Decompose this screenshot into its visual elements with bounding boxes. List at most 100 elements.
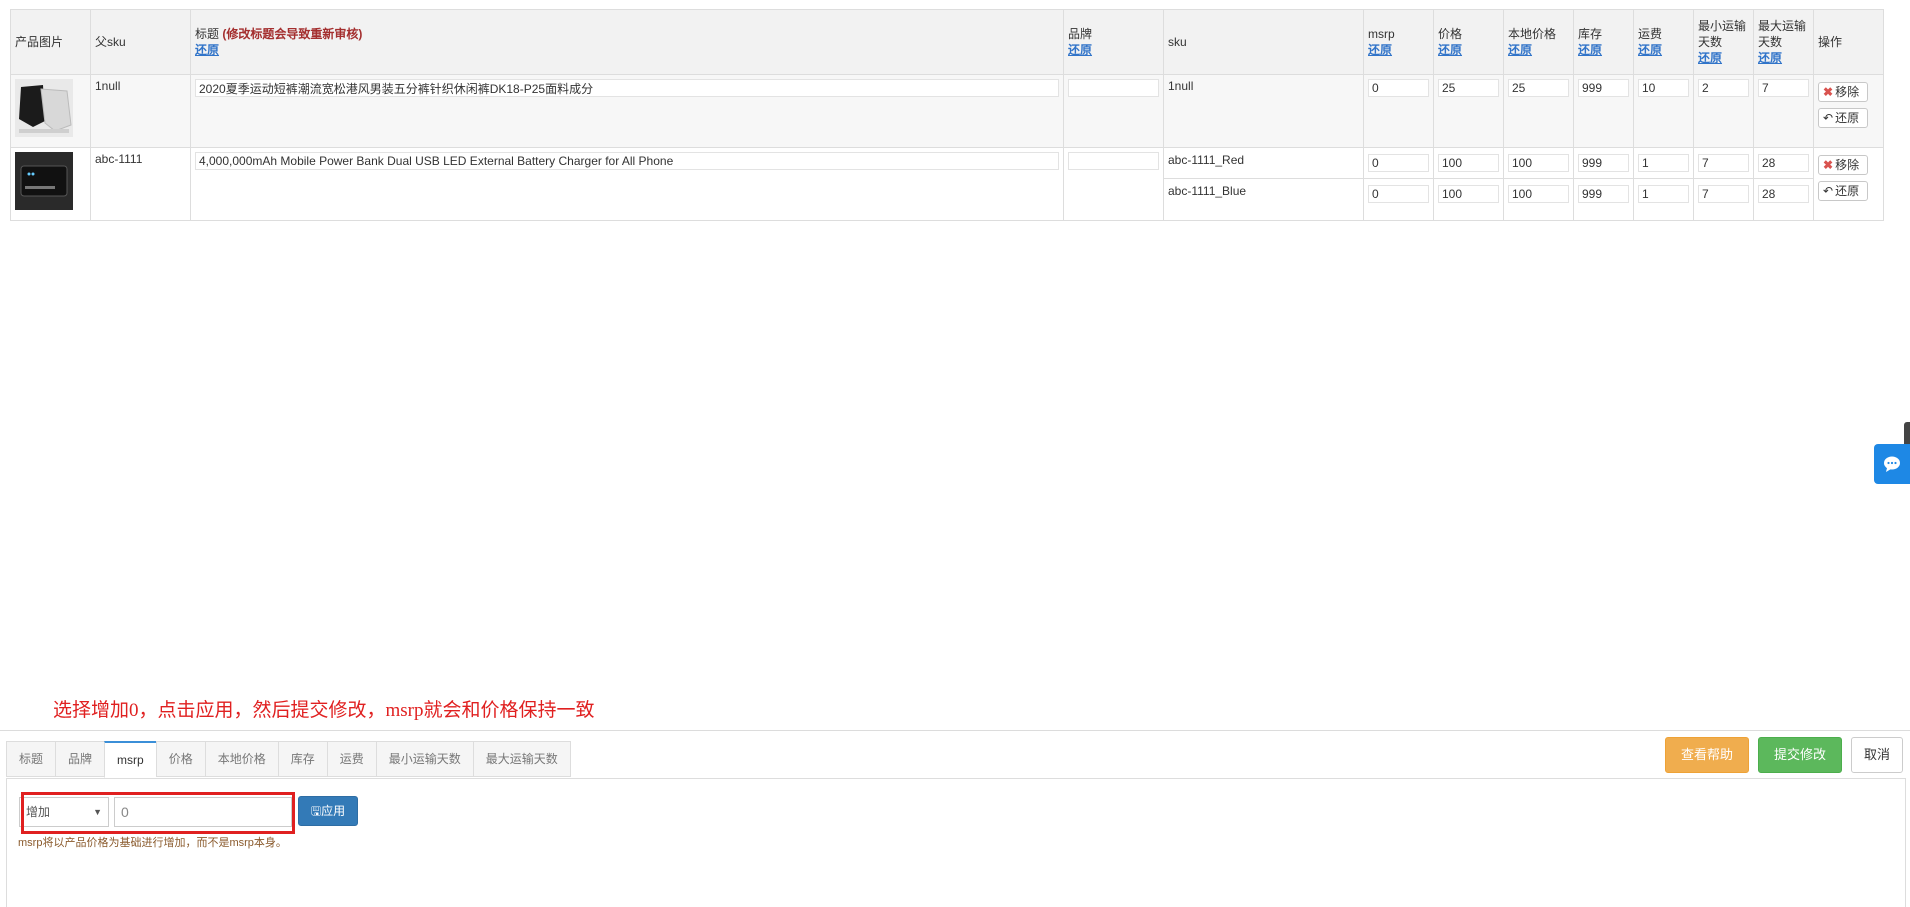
max-days-restore-link[interactable]: 还原 (1758, 50, 1809, 66)
price-input[interactable] (1438, 154, 1499, 172)
max-days-input[interactable] (1758, 185, 1809, 203)
undo-icon: ↶ (1823, 184, 1834, 198)
save-icon: 🖫 (310, 804, 322, 818)
bulk-edit-tabs: 标题 品牌 msrp 价格 本地价格 库存 运费 最小运输天数 最大运输天数 (6, 741, 571, 778)
col-msrp: msrp 还原 (1363, 9, 1434, 75)
parent-sku-cell: abc-1111 (90, 147, 191, 221)
shipping-input[interactable] (1638, 154, 1689, 172)
local-price-input[interactable] (1508, 185, 1569, 203)
instruction-annotation: 选择增加0，点击应用，然后提交修改，msrp就会和价格保持一致 (53, 700, 595, 721)
price-input[interactable] (1438, 79, 1499, 97)
restore-button[interactable]: ↶ 还原 (1818, 181, 1868, 201)
msrp-cell (1363, 74, 1434, 148)
shorts-product-image (15, 79, 73, 137)
tab-title[interactable]: 标题 (6, 741, 56, 777)
remove-button[interactable]: ✖ 移除 (1818, 155, 1868, 175)
title-cell (190, 74, 1064, 148)
col-title: 标题 (修改标题会导致重新审核) 还原 (190, 9, 1064, 75)
shipping-input[interactable] (1638, 79, 1689, 97)
bulk-edit-panel: 标题 品牌 msrp 价格 本地价格 库存 运费 最小运输天数 最大运输天数 查… (0, 730, 1910, 907)
title-warning: (修改标题会导致重新审核) (222, 27, 363, 41)
msrp-input[interactable] (1368, 79, 1429, 97)
brand-input[interactable] (1068, 79, 1159, 97)
stock-cell (1573, 147, 1634, 221)
actions-cell: ✖ 移除 ↶ 还原 (1813, 147, 1884, 221)
tab-shipping[interactable]: 运费 (326, 741, 376, 777)
brand-cell (1063, 74, 1164, 148)
min-days-input[interactable] (1698, 154, 1749, 172)
price-input[interactable] (1438, 185, 1499, 203)
price-cell (1433, 147, 1504, 221)
msrp-input[interactable] (1368, 185, 1429, 203)
remove-button[interactable]: ✖ 移除 (1818, 82, 1868, 102)
max-days-input[interactable] (1758, 79, 1809, 97)
col-sku: sku (1163, 9, 1364, 75)
title-cell (190, 147, 1064, 221)
brand-cell (1063, 147, 1164, 221)
col-shipping: 运费 还原 (1633, 9, 1694, 75)
msrp-restore-link[interactable]: 还原 (1368, 42, 1429, 58)
price-restore-link[interactable]: 还原 (1438, 42, 1499, 58)
min-days-input[interactable] (1698, 79, 1749, 97)
help-button[interactable]: 查看帮助 (1665, 737, 1749, 773)
tab-msrp[interactable]: msrp (104, 741, 156, 778)
apply-button[interactable]: 🖫应用 (298, 796, 358, 826)
min-days-cell (1693, 147, 1754, 221)
price-cell (1433, 74, 1504, 148)
shipping-restore-link[interactable]: 还原 (1638, 42, 1689, 58)
chat-button[interactable] (1874, 444, 1910, 484)
tab-local-price[interactable]: 本地价格 (204, 741, 278, 777)
min-days-input[interactable] (1698, 185, 1749, 203)
brand-input[interactable] (1068, 152, 1159, 170)
title-input[interactable] (195, 79, 1059, 97)
tab-price[interactable]: 价格 (155, 741, 205, 777)
stock-cell (1573, 74, 1634, 148)
min-days-restore-link[interactable]: 还原 (1698, 50, 1749, 66)
col-local-price: 本地价格 还原 (1503, 9, 1574, 75)
local-price-cell (1503, 147, 1574, 221)
product-image-cell (10, 147, 91, 221)
sku-variant-red: abc-1111_Red (1164, 148, 1363, 179)
tab-max-days[interactable]: 最大运输天数 (472, 741, 571, 777)
local-price-cell (1503, 74, 1574, 148)
stock-input[interactable] (1578, 79, 1629, 97)
stock-input[interactable] (1578, 154, 1629, 172)
cancel-button[interactable]: 取消 (1851, 737, 1903, 773)
max-days-input[interactable] (1758, 154, 1809, 172)
stock-input[interactable] (1578, 185, 1629, 203)
sku-cell: abc-1111_Red abc-1111_Blue (1163, 147, 1364, 221)
local-price-restore-link[interactable]: 还原 (1508, 42, 1569, 58)
tab-brand[interactable]: 品牌 (55, 741, 105, 777)
highlight-box (21, 792, 295, 834)
undo-icon: ↶ (1823, 111, 1834, 125)
col-brand: 品牌 还原 (1063, 9, 1164, 75)
stock-restore-link[interactable]: 还原 (1578, 42, 1629, 58)
product-image-cell (10, 74, 91, 148)
msrp-cell (1363, 147, 1434, 221)
table-header-row: 产品图片 父sku 标题 (修改标题会导致重新审核) 还原 品牌 还原 sku … (10, 9, 1884, 75)
title-input[interactable] (195, 152, 1059, 170)
sku-variant-blue: abc-1111_Blue (1168, 184, 1247, 198)
local-price-input[interactable] (1508, 79, 1569, 97)
brand-restore-link[interactable]: 还原 (1068, 42, 1159, 58)
restore-button[interactable]: ↶ 还原 (1818, 108, 1868, 128)
shipping-cell (1633, 147, 1694, 221)
title-restore-link[interactable]: 还原 (195, 42, 1059, 58)
min-days-cell (1693, 74, 1754, 148)
col-stock: 库存 还原 (1573, 9, 1634, 75)
msrp-input[interactable] (1368, 154, 1429, 172)
max-days-cell (1753, 74, 1814, 148)
close-icon: ✖ (1823, 158, 1834, 172)
table-row: abc-1111 abc-1111_Red abc-1111_Blue (10, 147, 1884, 221)
shipping-input[interactable] (1638, 185, 1689, 203)
col-max-days: 最大运输天数 还原 (1753, 9, 1814, 75)
close-icon: ✖ (1823, 85, 1834, 99)
chat-bubble-icon (1884, 456, 1900, 472)
local-price-input[interactable] (1508, 154, 1569, 172)
actions-cell: ✖ 移除 ↶ 还原 (1813, 74, 1884, 148)
col-image: 产品图片 (10, 9, 91, 75)
tab-min-days[interactable]: 最小运输天数 (375, 741, 473, 777)
tab-stock[interactable]: 库存 (277, 741, 327, 777)
submit-button[interactable]: 提交修改 (1758, 737, 1842, 773)
col-actions: 操作 (1813, 9, 1884, 75)
